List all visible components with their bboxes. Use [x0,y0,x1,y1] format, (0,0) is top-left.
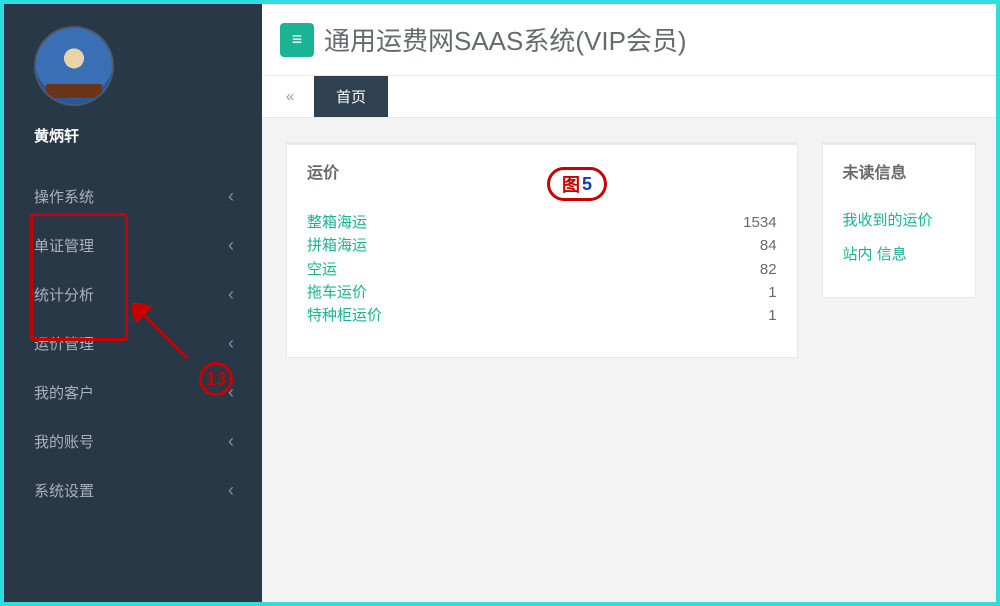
main-area: ≡ 通用运费网SAAS系统(VIP会员) « 首页 运价 整箱海运 1534 [262,4,996,602]
rate-row: 整箱海运 1534 [307,211,777,234]
username-label: 黄炳轩 [4,111,262,154]
sidebar-item-my-customers[interactable]: 我的客户 ‹ [4,368,262,417]
sidebar-item-statistics[interactable]: 统计分析 ‹ [4,270,262,319]
rate-row: 空运 82 [307,258,777,281]
panel-unread-title: 未读信息 [843,159,955,193]
page-title: 通用运费网SAAS系统(VIP会员) [324,21,687,58]
sidebar-item-label: 我的客户 [34,382,94,403]
rate-row: 拖车运价 1 [307,281,777,304]
sidebar-item-label: 单证管理 [34,235,94,256]
tab-back-button[interactable]: « [272,76,308,117]
sidebar-item-documents[interactable]: 单证管理 ‹ [4,221,262,270]
panel-unread: 未读信息 我收到的运价 站内 信息 [822,142,976,298]
rate-link-fcl[interactable]: 整箱海运 [307,211,367,234]
sidebar-item-label: 统计分析 [34,284,94,305]
chevron-left-icon: ‹ [228,431,234,452]
rate-value: 1 [768,304,776,327]
rate-link-lcl[interactable]: 拼箱海运 [307,234,367,257]
rate-link-special[interactable]: 特种柜运价 [307,304,382,327]
unread-link-received-rates[interactable]: 我收到的运价 [843,209,955,233]
unread-link-site-messages[interactable]: 站内 信息 [843,243,955,267]
chevron-left-icon: ‹ [228,382,234,403]
menu-toggle-button[interactable]: ≡ [280,23,314,57]
sidebar-item-label: 系统设置 [34,480,94,501]
rate-list: 整箱海运 1534 拼箱海运 84 空运 82 拖车运价 1 [307,211,777,327]
rate-link-air[interactable]: 空运 [307,258,337,281]
sidebar-item-label: 我的账号 [34,431,94,452]
sidebar: 黄炳轩 操作系统 ‹ 单证管理 ‹ 统计分析 ‹ 运价管理 ‹ 我的客户 ‹ [4,4,262,602]
panel-rates: 运价 整箱海运 1534 拼箱海运 84 空运 82 拖车运 [286,142,798,358]
chevron-left-icon: ‹ [228,186,234,207]
rate-value: 1534 [743,211,776,234]
tabs-bar: « 首页 [262,76,996,118]
panel-rates-title: 运价 [307,159,777,193]
sidebar-item-operations[interactable]: 操作系统 ‹ [4,172,262,221]
sidebar-item-system-settings[interactable]: 系统设置 ‹ [4,466,262,515]
rate-row: 特种柜运价 1 [307,304,777,327]
topbar: ≡ 通用运费网SAAS系统(VIP会员) [262,4,996,76]
sidebar-item-rate-management[interactable]: 运价管理 ‹ [4,319,262,368]
tab-home[interactable]: 首页 [314,76,388,117]
rate-value: 82 [760,258,777,281]
unread-links: 我收到的运价 站内 信息 [843,209,955,267]
chevron-left-icon: ‹ [228,235,234,256]
sidebar-item-my-account[interactable]: 我的账号 ‹ [4,417,262,466]
rate-link-truck[interactable]: 拖车运价 [307,281,367,304]
avatar-block [4,4,262,111]
sidebar-menu: 操作系统 ‹ 单证管理 ‹ 统计分析 ‹ 运价管理 ‹ 我的客户 ‹ 我的账号 … [4,172,262,515]
rate-value: 1 [768,281,776,304]
double-chevron-left-icon: « [286,88,294,105]
rate-row: 拼箱海运 84 [307,234,777,257]
rate-value: 84 [760,234,777,257]
chevron-left-icon: ‹ [228,284,234,305]
sidebar-item-label: 操作系统 [34,186,94,207]
app-frame: 黄炳轩 操作系统 ‹ 单证管理 ‹ 统计分析 ‹ 运价管理 ‹ 我的客户 ‹ [0,0,1000,606]
chevron-left-icon: ‹ [228,480,234,501]
tab-label: 首页 [336,86,366,107]
content-row: 运价 整箱海运 1534 拼箱海运 84 空运 82 拖车运 [262,118,996,358]
user-avatar[interactable] [34,26,114,106]
sidebar-item-label: 运价管理 [34,333,94,354]
chevron-left-icon: ‹ [228,333,234,354]
hamburger-icon: ≡ [292,29,303,50]
